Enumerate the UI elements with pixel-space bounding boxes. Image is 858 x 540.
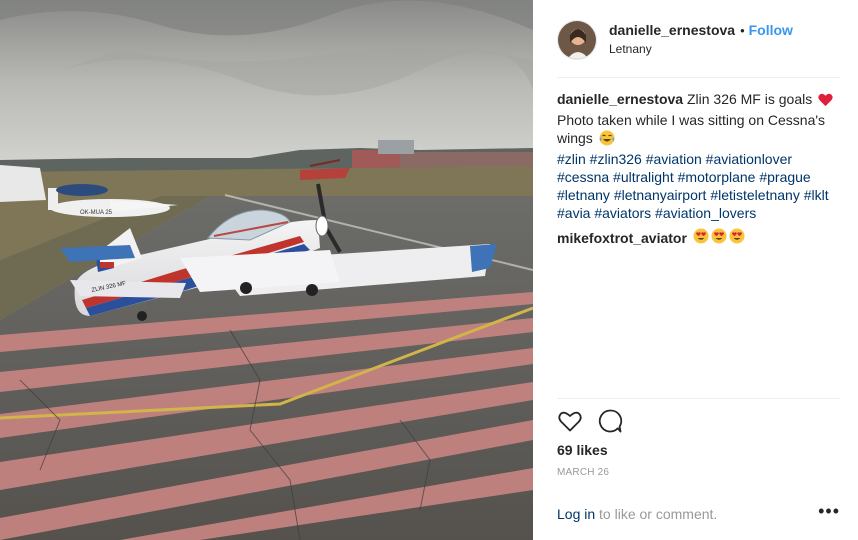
caption-text-part2: Photo taken while I was sitting on Cessn… (557, 112, 826, 146)
login-link[interactable]: Log in (557, 506, 595, 522)
divider (557, 398, 840, 399)
header-username[interactable]: danielle_ernestova (609, 22, 735, 39)
post-photo[interactable]: OK-MUA 25 ZLIN 326 MF (0, 0, 533, 540)
comment-icon[interactable] (597, 408, 623, 434)
more-options-icon[interactable]: ••• (818, 502, 840, 522)
comment: mikefoxtrot_aviator (557, 228, 839, 248)
header-separator: • (740, 23, 745, 38)
instagram-post: OK-MUA 25 ZLIN 326 MF danielle_ernestova… (0, 0, 858, 540)
tears-of-joy-emoji-icon (599, 130, 615, 150)
location-link[interactable]: Letnany (609, 41, 793, 58)
caption: danielle_ernestova Zlin 326 MF is goals … (557, 90, 839, 222)
login-prompt-text: to like or comment. (595, 506, 718, 522)
post-side-panel: danielle_ernestova • Follow Letnany dani… (533, 0, 858, 540)
action-bar (557, 408, 637, 434)
svg-text:OK-MUA 25: OK-MUA 25 (80, 210, 113, 216)
likes-count[interactable]: 69 likes (557, 442, 608, 458)
red-heart-emoji-icon (818, 93, 833, 111)
airplane-photo: OK-MUA 25 ZLIN 326 MF (0, 0, 533, 540)
hashtags[interactable]: #zlin #zlin326 #aviation #aviationlover … (557, 151, 829, 221)
avatar[interactable] (557, 20, 597, 60)
caption-username[interactable]: danielle_ernestova (557, 91, 683, 107)
header-text: danielle_ernestova • Follow Letnany (609, 22, 793, 58)
comment-username[interactable]: mikefoxtrot_aviator (557, 229, 687, 247)
post-header: danielle_ernestova • Follow Letnany (557, 18, 840, 62)
follow-button[interactable]: Follow (749, 22, 793, 39)
heart-eyes-emojis (693, 228, 747, 248)
comments-section: danielle_ernestova Zlin 326 MF is goals … (557, 90, 839, 248)
post-date[interactable]: MARCH 26 (557, 467, 609, 478)
heart-eyes-emoji-icon (693, 228, 745, 244)
divider (557, 77, 840, 78)
footer: Log in to like or comment. ••• (557, 502, 840, 524)
caption-text-part1: Zlin 326 MF is goals (686, 91, 813, 107)
heart-icon[interactable] (557, 408, 583, 434)
login-prompt: Log in to like or comment. (557, 506, 717, 522)
